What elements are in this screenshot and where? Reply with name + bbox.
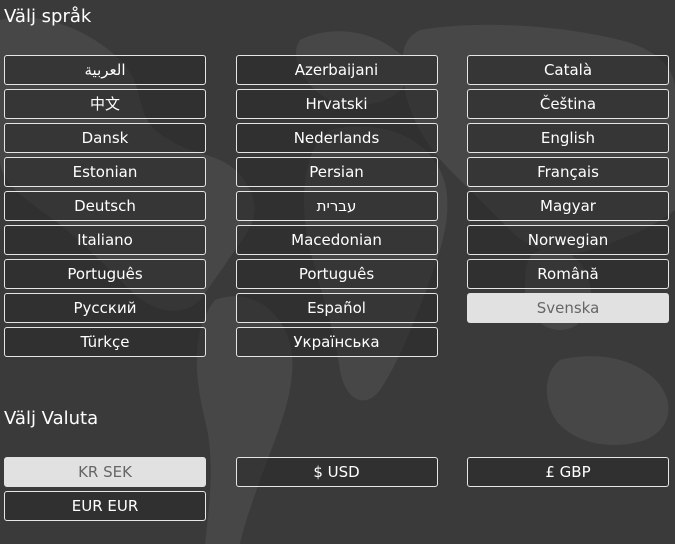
language-option-portugu-s[interactable]: Português [235,259,438,289]
language-option-deutsch[interactable]: Deutsch [4,191,206,221]
language-option-persian[interactable]: Persian [235,157,438,187]
currency-option-eur-eur[interactable]: EUR EUR [4,491,206,521]
language-section-title: Välj språk [4,6,92,27]
language-option-azerbaijani[interactable]: Azerbaijani [235,55,438,85]
language-option-item-25[interactable]: Українська [235,327,438,357]
settings-panel: Välj språk العربية Azerbaijani Català 中文 Hrv… [0,0,675,544]
language-option-hrvatski[interactable]: Hrvatski [235,89,438,119]
language-option-nederlands[interactable]: Nederlands [235,123,438,153]
language-option-e-tina[interactable]: Čeština [467,89,669,119]
language-option-english[interactable]: English [467,123,669,153]
language-option-item-0[interactable]: العربية [4,55,206,85]
language-option-portugu-s[interactable]: Português [4,259,206,289]
language-option-espa-ol[interactable]: Español [235,293,438,323]
language-option-fran-ais[interactable]: Français [467,157,669,187]
currency-option-gbp[interactable]: £ GBP [467,457,669,487]
currency-option-usd[interactable]: $ USD [235,457,438,487]
language-option-norwegian[interactable]: Norwegian [467,225,669,255]
language-option-t-rk-e[interactable]: Türkçe [4,327,206,357]
language-option-dansk[interactable]: Dansk [4,123,206,153]
language-option-macedonian[interactable]: Macedonian [235,225,438,255]
language-option-svenska[interactable]: Svenska [467,293,669,323]
language-option-italiano[interactable]: Italiano [4,225,206,255]
language-option-item-21[interactable]: Русский [4,293,206,323]
language-option-rom-n[interactable]: Română [467,259,669,289]
language-option-catal[interactable]: Català [467,55,669,85]
language-option-magyar[interactable]: Magyar [467,191,669,221]
language-option-item-3[interactable]: 中文 [4,89,206,119]
currency-option-kr-sek[interactable]: KR SEK [4,457,206,487]
language-option-item-13[interactable]: עברית [235,191,438,221]
currency-section-title: Välj Valuta [4,408,99,429]
language-option-estonian[interactable]: Estonian [4,157,206,187]
language-options-grid: العربية Azerbaijani Català 中文 Hrvatski Češtin… [4,55,669,357]
currency-options-grid: KR SEK $ USD £ GBP EUR EUR [4,457,669,521]
